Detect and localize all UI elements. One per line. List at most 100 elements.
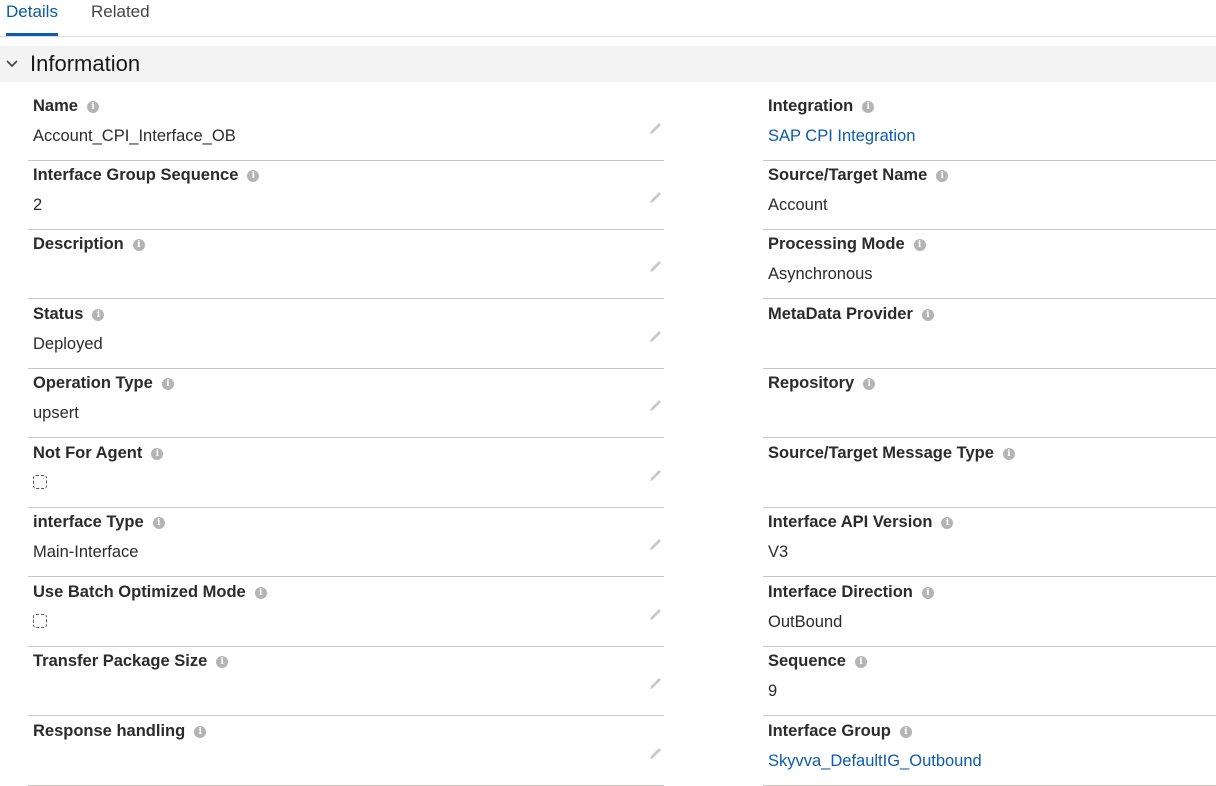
field-label: Not For Agent i xyxy=(33,443,164,463)
field-label: Operation Type i xyxy=(33,373,174,393)
field-label: Use Batch Optimized Mode i xyxy=(33,582,267,602)
field-label: Interface API Version i xyxy=(768,512,954,532)
field-response-handling: Response handling i xyxy=(28,717,664,786)
field-sequence: Sequence i 9 xyxy=(763,647,1216,716)
field-value: 9 xyxy=(768,682,778,700)
info-icon[interactable]: i xyxy=(86,101,99,113)
field-label-text: Name xyxy=(33,97,78,115)
pencil-icon[interactable] xyxy=(648,606,664,622)
field-interface-group-sequence: Interface Group Sequence i 2 xyxy=(28,161,664,230)
field-label: Transfer Package Size i xyxy=(33,651,229,671)
field-label-text: Response handling xyxy=(33,722,186,740)
field-repository: Repository i xyxy=(763,369,1216,438)
field-interface-group: Interface Group i Skyvva_DefaultIG_Outboun… xyxy=(763,717,1216,786)
info-icon[interactable]: i xyxy=(854,656,867,668)
field-value: OutBound xyxy=(768,613,843,631)
info-icon[interactable]: i xyxy=(941,517,954,529)
field-label-text: Not For Agent xyxy=(33,444,143,462)
field-label: Interface Group i xyxy=(768,721,912,741)
field-value: Deployed xyxy=(33,335,103,353)
field-label: Processing Mode i xyxy=(768,234,926,254)
tab-details[interactable]: Details xyxy=(6,0,58,36)
info-icon[interactable]: i xyxy=(921,309,934,321)
info-icon[interactable]: i xyxy=(216,656,229,668)
field-label: Interface Group Sequence i xyxy=(33,165,260,185)
chevron-down-icon[interactable] xyxy=(4,55,20,71)
field-value-link[interactable]: Skyvva_DefaultIG_Outbound xyxy=(768,750,982,772)
field-label: Source/Target Name i xyxy=(768,165,949,185)
field-not-for-agent: Not For Agent i xyxy=(28,439,664,508)
field-interface-api-version: Interface API Version i V3 xyxy=(763,508,1216,577)
field-label: Response handling i xyxy=(33,721,207,741)
field-value: Account_CPI_Interface_OB xyxy=(33,127,236,145)
field-label-text: Status xyxy=(33,305,84,323)
info-icon[interactable]: i xyxy=(194,726,207,738)
info-icon[interactable]: i xyxy=(863,378,876,390)
field-label: Name i xyxy=(33,96,99,116)
field-operation-type: Operation Type i upsert xyxy=(28,369,664,438)
field-label-text: Operation Type xyxy=(33,374,153,392)
field-source-target-message-type: Source/Target Message Type i xyxy=(763,439,1216,508)
field-label-text: Interface Group Sequence xyxy=(33,166,239,184)
info-icon[interactable]: i xyxy=(1002,448,1015,460)
field-label: Interface Direction i xyxy=(768,582,934,602)
field-label: Source/Target Message Type i xyxy=(768,443,1015,463)
field-label-text: Interface Direction xyxy=(768,583,913,601)
field-label-text: Interface Group xyxy=(768,722,891,740)
info-icon[interactable]: i xyxy=(254,587,267,599)
field-value: upsert xyxy=(33,404,79,422)
field-label-text: interface Type xyxy=(33,513,144,531)
field-label: Integration i xyxy=(768,96,875,116)
pencil-icon[interactable] xyxy=(648,189,664,205)
field-value: Asynchronous xyxy=(768,265,873,283)
field-metadata-provider: MetaData Provider i xyxy=(763,300,1216,369)
information-section-header[interactable]: Information xyxy=(0,46,1216,82)
pencil-icon[interactable] xyxy=(648,328,664,344)
info-icon[interactable]: i xyxy=(247,170,260,182)
field-label-text: Transfer Package Size xyxy=(33,652,208,670)
pencil-icon[interactable] xyxy=(648,745,664,761)
field-source-target-name: Source/Target Name i Account xyxy=(763,161,1216,230)
section-title: Information xyxy=(30,51,141,76)
pencil-icon[interactable] xyxy=(648,397,664,413)
field-label: Repository i xyxy=(768,373,876,393)
field-integration: Integration i SAP CPI Integration xyxy=(763,92,1216,161)
info-icon[interactable]: i xyxy=(152,517,165,529)
tab-related[interactable]: Related xyxy=(91,0,150,36)
field-value: Main-Interface xyxy=(33,543,139,561)
pencil-icon[interactable] xyxy=(648,120,664,136)
info-icon[interactable]: i xyxy=(936,170,949,182)
info-icon[interactable]: i xyxy=(913,239,926,251)
info-icon[interactable]: i xyxy=(862,101,875,113)
field-status: Status i Deployed xyxy=(28,300,664,369)
pencil-icon[interactable] xyxy=(648,258,664,274)
field-value: 2 xyxy=(33,196,43,214)
field-label-text: MetaData Provider xyxy=(768,305,913,323)
info-icon[interactable]: i xyxy=(151,448,164,460)
field-label-text: Sequence xyxy=(768,652,846,670)
field-label-text: Use Batch Optimized Mode xyxy=(33,583,246,601)
field-value-link[interactable]: SAP CPI Integration xyxy=(768,125,915,147)
pencil-icon[interactable] xyxy=(648,467,664,483)
field-label-text: Interface API Version xyxy=(768,513,933,531)
info-icon[interactable]: i xyxy=(161,378,174,390)
field-use-batch-optimized-mode: Use Batch Optimized Mode i xyxy=(28,578,664,647)
field-label-text: Processing Mode xyxy=(768,235,905,253)
info-icon[interactable]: i xyxy=(921,587,934,599)
field-label-text: Source/Target Name xyxy=(768,166,928,184)
info-icon[interactable]: i xyxy=(899,726,912,738)
field-label-text: Source/Target Message Type xyxy=(768,444,994,462)
field-transfer-package-size: Transfer Package Size i xyxy=(28,647,664,716)
tab-bar: Details Related xyxy=(0,0,1216,37)
pencil-icon[interactable] xyxy=(648,536,664,552)
field-label: Sequence i xyxy=(768,651,867,671)
field-description: Description i xyxy=(28,230,664,299)
field-label-text: Description xyxy=(33,235,124,253)
pencil-icon[interactable] xyxy=(648,675,664,691)
info-icon[interactable]: i xyxy=(132,239,145,251)
checkbox xyxy=(33,475,47,489)
info-icon[interactable]: i xyxy=(92,309,105,321)
field-value: Account xyxy=(768,196,828,214)
field-label-text: Integration xyxy=(768,97,854,115)
field-processing-mode: Processing Mode i Asynchronous xyxy=(763,230,1216,299)
